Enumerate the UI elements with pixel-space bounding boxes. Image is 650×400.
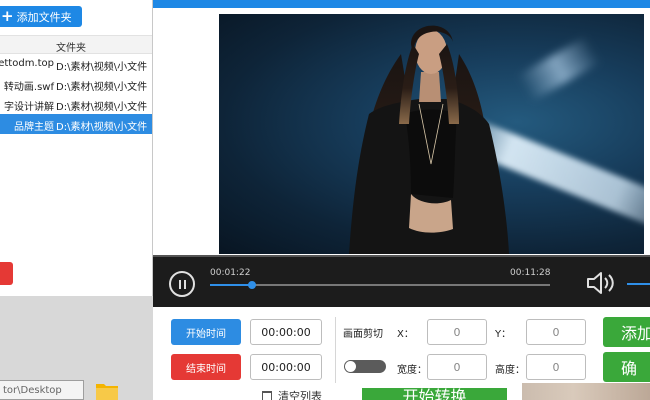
- file-row-selected[interactable]: 品牌主题 D:\素材\视频\小文件: [0, 114, 152, 134]
- end-time-field[interactable]: 00:00:00: [250, 354, 322, 380]
- clear-list-button[interactable]: 清空列表: [262, 388, 322, 400]
- seek-bar-handle[interactable]: [248, 281, 257, 289]
- output-path-field[interactable]: tor\Desktop: [0, 380, 84, 400]
- delete-button[interactable]: [0, 262, 13, 285]
- start-time-field[interactable]: 00:00:00: [250, 319, 322, 345]
- width-label: 宽度：: [397, 365, 427, 376]
- add-folder-label: 添加文件夹: [16, 10, 72, 24]
- crop-label: 画面剪切: [343, 329, 383, 340]
- file-list: zettodm.top D:\素材\视频\小文件 转动画.swf D:\素材\视…: [0, 54, 152, 134]
- y-label: Y：: [495, 329, 512, 340]
- title-bar-stripe: [153, 0, 650, 8]
- crop-toggle-knob: [345, 361, 356, 372]
- file-name: 转动画.swf: [3, 82, 54, 93]
- volume-slider[interactable]: [627, 283, 650, 285]
- clear-list-label: 清空列表: [278, 390, 322, 400]
- seek-bar[interactable]: [210, 281, 550, 289]
- file-row[interactable]: 转动画.swf D:\素材\视频\小文件: [0, 74, 152, 94]
- x-label: X：: [397, 329, 414, 340]
- plus-icon: +: [1, 7, 14, 25]
- file-row[interactable]: zettodm.top D:\素材\视频\小文件: [0, 54, 152, 74]
- video-frame-image: [349, 25, 509, 254]
- pause-icon: [179, 280, 181, 289]
- set-end-time-button[interactable]: 结束时间: [171, 354, 241, 380]
- player-controls: 00:01:22 00:11:28: [153, 255, 650, 307]
- add-folder-button[interactable]: + 添加文件夹: [0, 6, 82, 27]
- thumbnail-image: [522, 383, 650, 400]
- height-label: 高度：: [495, 365, 525, 376]
- add-button[interactable]: 添加: [603, 317, 650, 347]
- trash-icon: [262, 390, 272, 400]
- video-preview[interactable]: [219, 14, 644, 254]
- current-time: 00:01:22: [210, 268, 251, 278]
- divider: [335, 317, 336, 383]
- confirm-button[interactable]: 确: [603, 352, 650, 382]
- file-name: 品牌主题: [14, 122, 54, 133]
- file-path: D:\素材\视频\小文件: [56, 62, 148, 73]
- file-list-panel: + 添加文件夹 文件夹 zettodm.top D:\素材\视频\小文件 转动画…: [0, 0, 153, 296]
- file-path: D:\素材\视频\小文件: [56, 102, 148, 113]
- pause-icon: [184, 280, 186, 289]
- seek-bar-progress: [210, 284, 253, 286]
- crop-width-input[interactable]: 0: [427, 354, 487, 380]
- pause-button[interactable]: [169, 271, 195, 297]
- file-row[interactable]: 字设计讲解 D:\素材\视频\小文件: [0, 94, 152, 114]
- file-path: D:\素材\视频\小文件: [56, 122, 148, 133]
- volume-icon[interactable]: [586, 270, 616, 296]
- start-convert-button[interactable]: 开始转换: [362, 388, 507, 400]
- folder-icon[interactable]: [95, 380, 119, 400]
- file-list-header: 文件夹: [0, 35, 152, 54]
- video-preview-frame: [153, 8, 650, 255]
- set-start-time-button[interactable]: 开始时间: [171, 319, 241, 345]
- crop-toggle[interactable]: [344, 360, 386, 373]
- crop-x-input[interactable]: 0: [427, 319, 487, 345]
- folder-column-header: 文件夹: [56, 43, 86, 54]
- file-name: zettodm.top: [0, 58, 54, 69]
- crop-height-input[interactable]: 0: [526, 354, 586, 380]
- file-path: D:\素材\视频\小文件: [56, 82, 148, 93]
- crop-y-input[interactable]: 0: [526, 319, 586, 345]
- total-time: 00:11:28: [510, 268, 551, 278]
- file-name: 字设计讲解: [4, 102, 54, 113]
